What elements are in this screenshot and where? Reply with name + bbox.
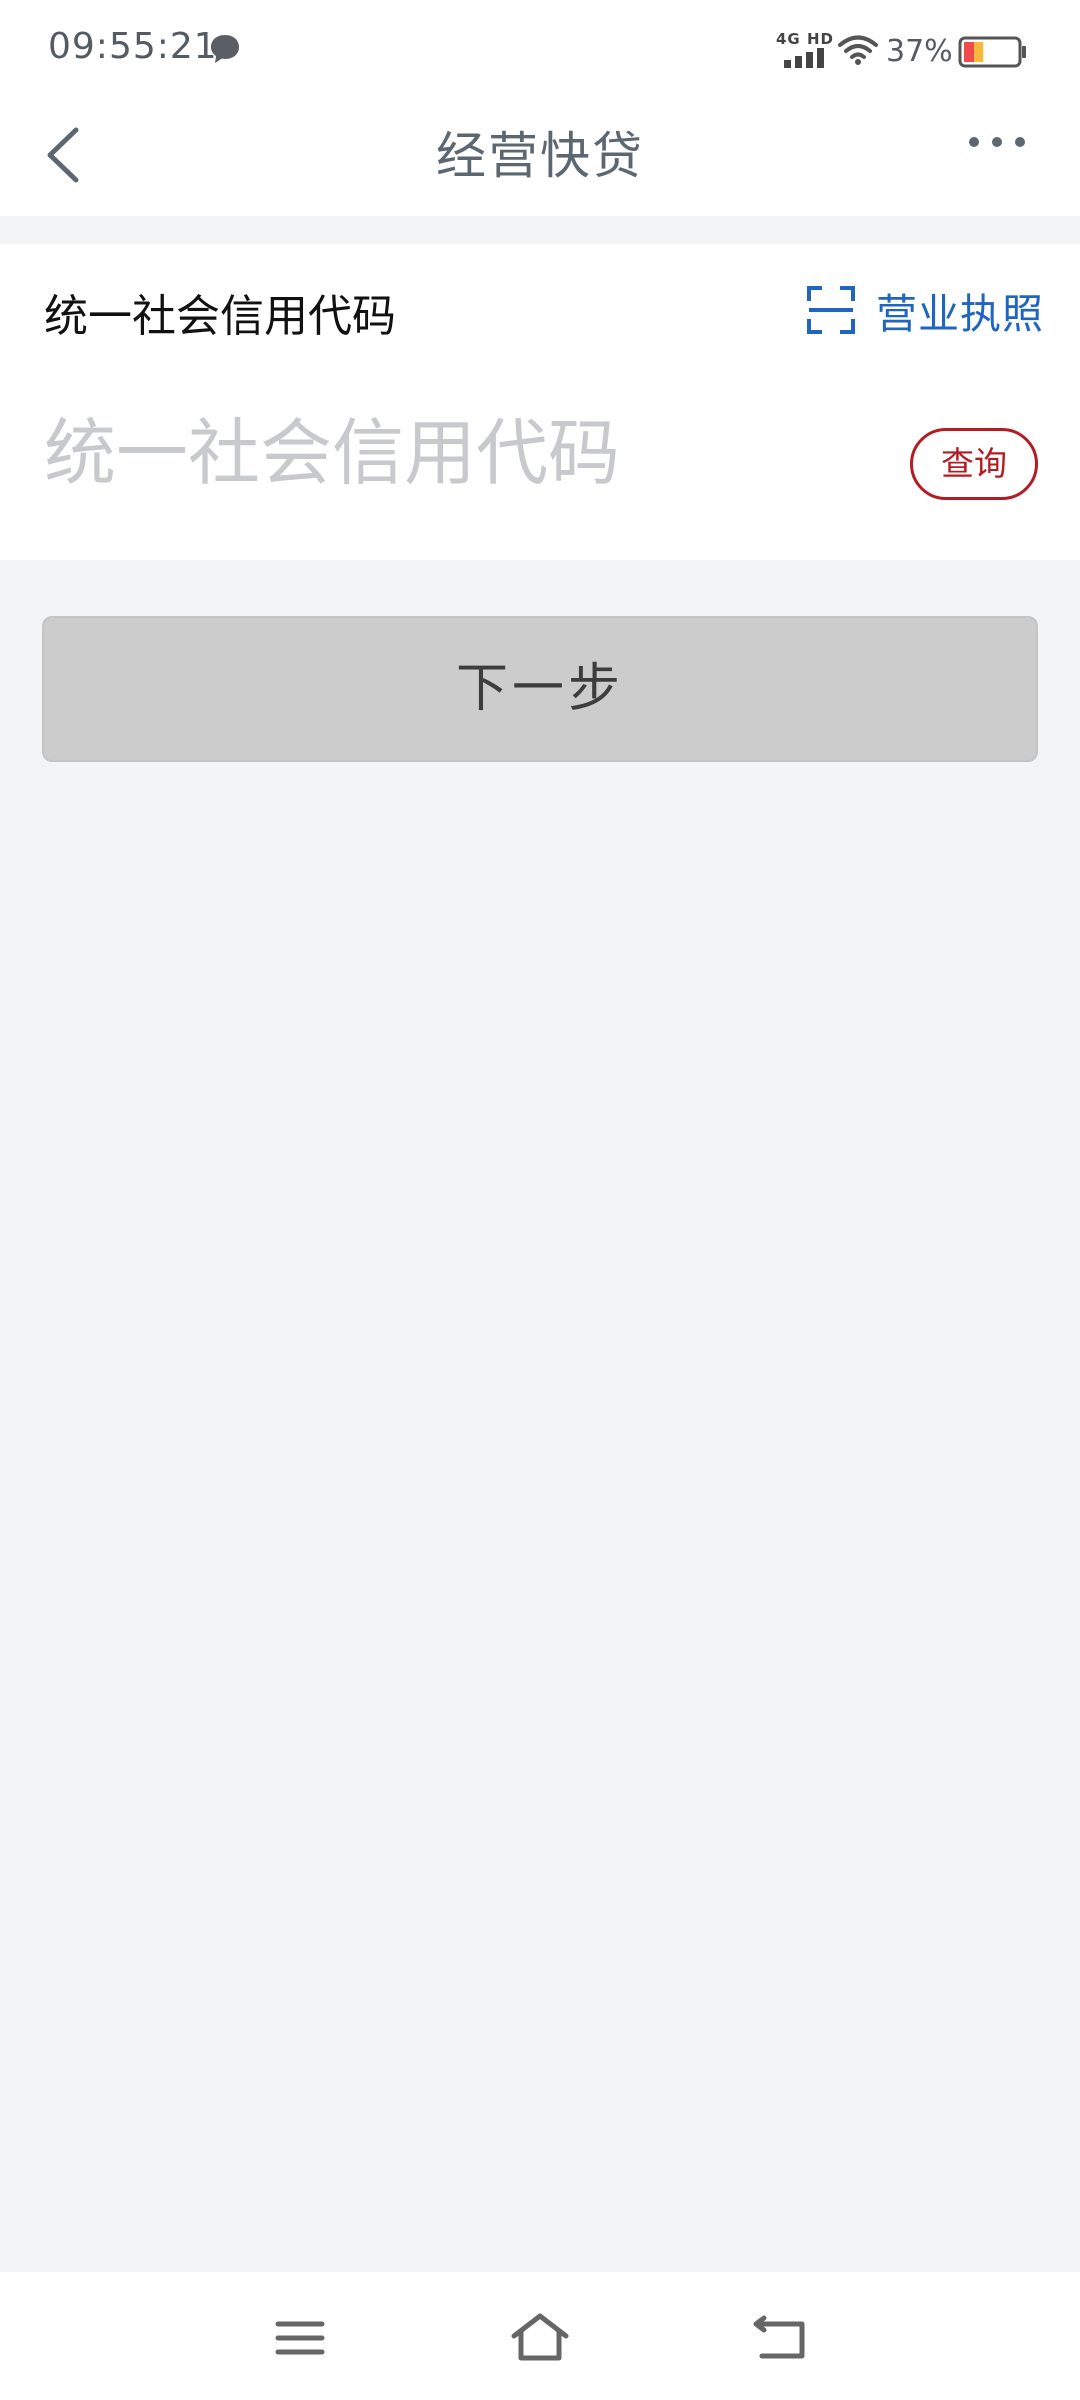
wifi-icon — [838, 35, 878, 65]
status-bar: 09:55:21 4G HD 37% — [0, 0, 1080, 100]
chat-bubble-icon — [211, 35, 239, 63]
query-button[interactable]: 查询 — [910, 428, 1038, 500]
credit-code-form: 统一社会信用代码 营业执照 查询 — [0, 244, 1080, 560]
menu-icon[interactable] — [270, 2308, 330, 2368]
credit-code-input[interactable] — [44, 408, 884, 498]
screen: 09:55:21 4G HD 37% 经营快贷 统一社会信用代码 营业执照 统一… — [0, 0, 1080, 2400]
battery-percent: 37% — [886, 34, 953, 69]
more-dots-icon[interactable] — [966, 130, 1028, 154]
next-step-button[interactable]: 下一步 — [42, 616, 1038, 762]
credit-code-label: 统一社会信用代码 — [44, 291, 396, 342]
signal-icon — [784, 48, 824, 68]
business-license-label: 营业执照 — [876, 290, 1044, 338]
business-license-scan-button[interactable]: 营业执照 — [806, 282, 1044, 338]
scan-frame-icon — [807, 286, 855, 334]
network-label: 4G HD — [776, 30, 834, 48]
status-time: 09:55:21 — [48, 26, 218, 67]
page-title: 经营快贷 — [436, 127, 644, 185]
home-icon[interactable] — [510, 2308, 570, 2368]
battery-icon — [958, 36, 1026, 68]
nav-bar: 经营快贷 — [0, 100, 1080, 216]
back-icon[interactable] — [750, 2308, 810, 2368]
system-nav-bar — [0, 2272, 1080, 2400]
